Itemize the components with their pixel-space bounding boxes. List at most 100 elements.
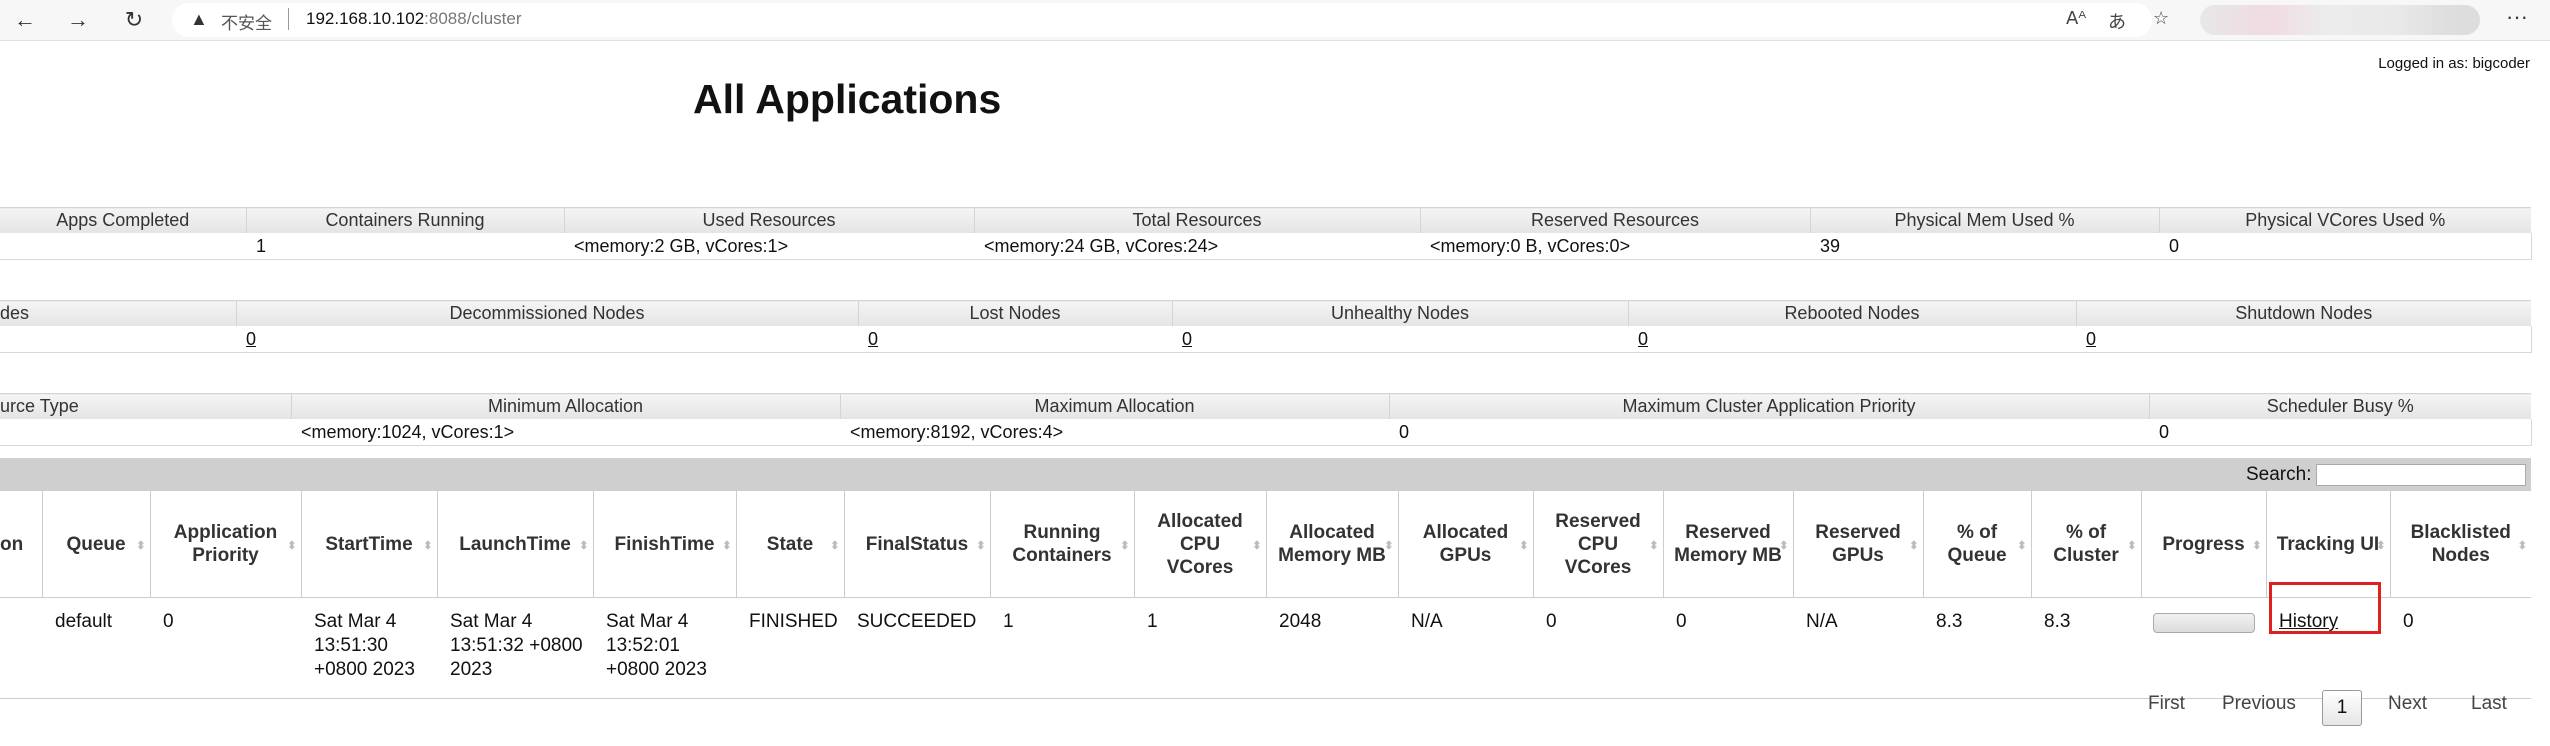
address-separator (288, 8, 289, 30)
metric-value: <memory:1024, vCores:1> (291, 419, 840, 446)
metric-value: 0 (858, 326, 1172, 353)
metric-value: <memory:8192, vCores:4> (840, 419, 1389, 446)
metric-header: Used Resources (563, 207, 974, 233)
column-header-launchtime[interactable]: LaunchTime ⬍ (436, 490, 593, 598)
column-header-res-gpus[interactable]: Reserved GPUs ⬍ (1792, 490, 1923, 598)
column-header-label: % of Queue (1947, 522, 2007, 566)
lost-nodes-link[interactable]: 0 (868, 329, 878, 349)
metric-value (0, 233, 246, 260)
column-header-label: Progress (2162, 533, 2245, 555)
sort-icon: ⬍ (1252, 540, 1262, 552)
sort-icon: ⬍ (722, 540, 732, 552)
pagination-first[interactable]: First (2148, 693, 2185, 715)
column-header-label: Application Priority (173, 522, 278, 566)
column-header-queue[interactable]: Queue ⬍ (41, 490, 150, 598)
back-arrow-icon[interactable]: ← (11, 6, 39, 34)
cell-queue: default (42, 597, 150, 699)
shutdown-nodes-link[interactable]: 0 (2086, 329, 2096, 349)
sort-icon: ⬍ (1779, 540, 1789, 552)
warning-triangle-icon[interactable]: ▲ (190, 9, 208, 30)
column-header-label: State (766, 533, 814, 555)
column-header-pct-cluster[interactable]: % of Cluster ⬍ (2030, 490, 2141, 598)
column-header-label: Reserved CPU VCores (1555, 510, 1641, 578)
cell-res-vcores: 0 (1533, 597, 1663, 699)
pagination-current[interactable]: 1 (2322, 690, 2362, 726)
column-header-progress[interactable]: Progress ⬍ (2140, 490, 2266, 598)
column-header-label: Reserved GPUs (1815, 522, 1901, 566)
column-header-state[interactable]: State ⬍ (735, 490, 844, 598)
forward-arrow-icon[interactable]: → (64, 6, 92, 34)
column-header-label: on (0, 533, 24, 555)
metric-value: 0 (1628, 326, 2076, 353)
favorite-star-icon[interactable]: ☆ (2153, 8, 2169, 29)
column-header-label: Allocated Memory MB (1278, 522, 1386, 566)
column-header-label: Queue (66, 533, 126, 555)
column-header-label: % of Cluster (2053, 522, 2119, 566)
refresh-icon[interactable]: ↻ (120, 6, 148, 34)
applications-table: on Queue ⬍ Application Priority ⬍ StartTim… (0, 490, 2531, 699)
column-header-res-vcores[interactable]: Reserved CPU VCores ⬍ (1532, 490, 1663, 598)
more-menu-icon[interactable]: ··· (2506, 4, 2528, 30)
column-header-id[interactable]: on (0, 490, 42, 598)
cell-pct-queue: 8.3 (1923, 597, 2031, 699)
search-input[interactable] (2316, 464, 2526, 486)
metric-header: Total Resources (973, 207, 1420, 233)
metric-header: Rebooted Nodes (1627, 300, 2076, 326)
profile-area[interactable] (2200, 5, 2480, 35)
metric-value: <memory:0 B, vCores:0> (1420, 233, 1810, 260)
cell-running-containers: 1 (990, 597, 1134, 699)
cluster-metrics-table: Apps Completed Containers Running Used R… (0, 207, 2532, 260)
column-header-finalstatus[interactable]: FinalStatus ⬍ (843, 490, 990, 598)
cell-id (0, 597, 42, 699)
column-header-res-memory[interactable]: Reserved Memory MB ⬍ (1662, 490, 1793, 598)
node-metrics-table: des Decommissioned Nodes Lost Nodes Unhe… (0, 300, 2532, 353)
metric-header: Minimum Allocation (290, 393, 840, 419)
sort-icon: ⬍ (2252, 540, 2262, 552)
unhealthy-nodes-link[interactable]: 0 (1182, 329, 1192, 349)
column-header-starttime[interactable]: StartTime ⬍ (300, 490, 437, 598)
column-header-pct-queue[interactable]: % of Queue ⬍ (1922, 490, 2031, 598)
column-header-label: FinishTime (614, 533, 715, 555)
sort-icon: ⬍ (136, 540, 146, 552)
cell-start-time: Sat Mar 4 13:51:30 +0800 2023 (301, 597, 437, 699)
metric-header: Apps Completed (0, 207, 246, 233)
translate-icon[interactable]: あ (2108, 8, 2126, 34)
sort-icon: ⬍ (2127, 540, 2137, 552)
url-host: 192.168.10.102 (306, 9, 425, 28)
metric-header: Containers Running (245, 207, 564, 233)
column-header-label: Tracking UI (2276, 533, 2380, 555)
sort-icon: ⬍ (1909, 540, 1919, 552)
metric-header: urce Type (0, 393, 291, 419)
metric-header: Maximum Allocation (839, 393, 1389, 419)
search-bar: Search: (0, 458, 2531, 490)
cell-final-status: SUCCEEDED (844, 597, 990, 699)
column-header-label: Allocated GPUs (1422, 522, 1509, 566)
rebooted-nodes-link[interactable]: 0 (1638, 329, 1648, 349)
scheduler-metrics-table: urce Type Minimum Allocation Maximum All… (0, 393, 2532, 446)
metric-value: 0 (1389, 419, 2149, 446)
metric-value: 1 (246, 233, 564, 260)
column-header-alloc-gpus[interactable]: Allocated GPUs ⬍ (1397, 490, 1533, 598)
pagination-next[interactable]: Next (2388, 693, 2427, 715)
column-header-priority[interactable]: Application Priority ⬍ (149, 490, 301, 598)
pagination-previous[interactable]: Previous (2222, 693, 2296, 715)
url-text[interactable]: 192.168.10.102:8088/cluster (306, 9, 522, 29)
column-header-blacklisted[interactable]: Blacklisted Nodes ⬍ (2389, 490, 2531, 598)
security-status[interactable]: 不安全 (221, 9, 272, 34)
metric-value: 0 (2076, 326, 2532, 353)
logged-in-user: Logged in as: bigcoder (2378, 55, 2530, 72)
column-header-running-containers[interactable]: Running Containers ⬍ (989, 490, 1134, 598)
metric-value: 39 (1810, 233, 2159, 260)
pagination-last[interactable]: Last (2471, 693, 2507, 715)
metric-header: Decommissioned Nodes (235, 300, 858, 326)
metric-header: Physical VCores Used % (2158, 207, 2531, 233)
sort-icon: ⬍ (287, 540, 297, 552)
sort-icon: ⬍ (2376, 540, 2386, 552)
read-aloud-icon[interactable]: Aᴬ (2066, 8, 2086, 29)
column-header-finishtime[interactable]: FinishTime ⬍ (592, 490, 736, 598)
column-header-alloc-memory[interactable]: Allocated Memory MB ⬍ (1265, 490, 1398, 598)
column-header-label: Running Containers (1012, 522, 1112, 566)
decommissioned-nodes-link[interactable]: 0 (246, 329, 256, 349)
metric-header: Lost Nodes (857, 300, 1172, 326)
column-header-alloc-vcores[interactable]: Allocated CPU VCores ⬍ (1133, 490, 1266, 598)
